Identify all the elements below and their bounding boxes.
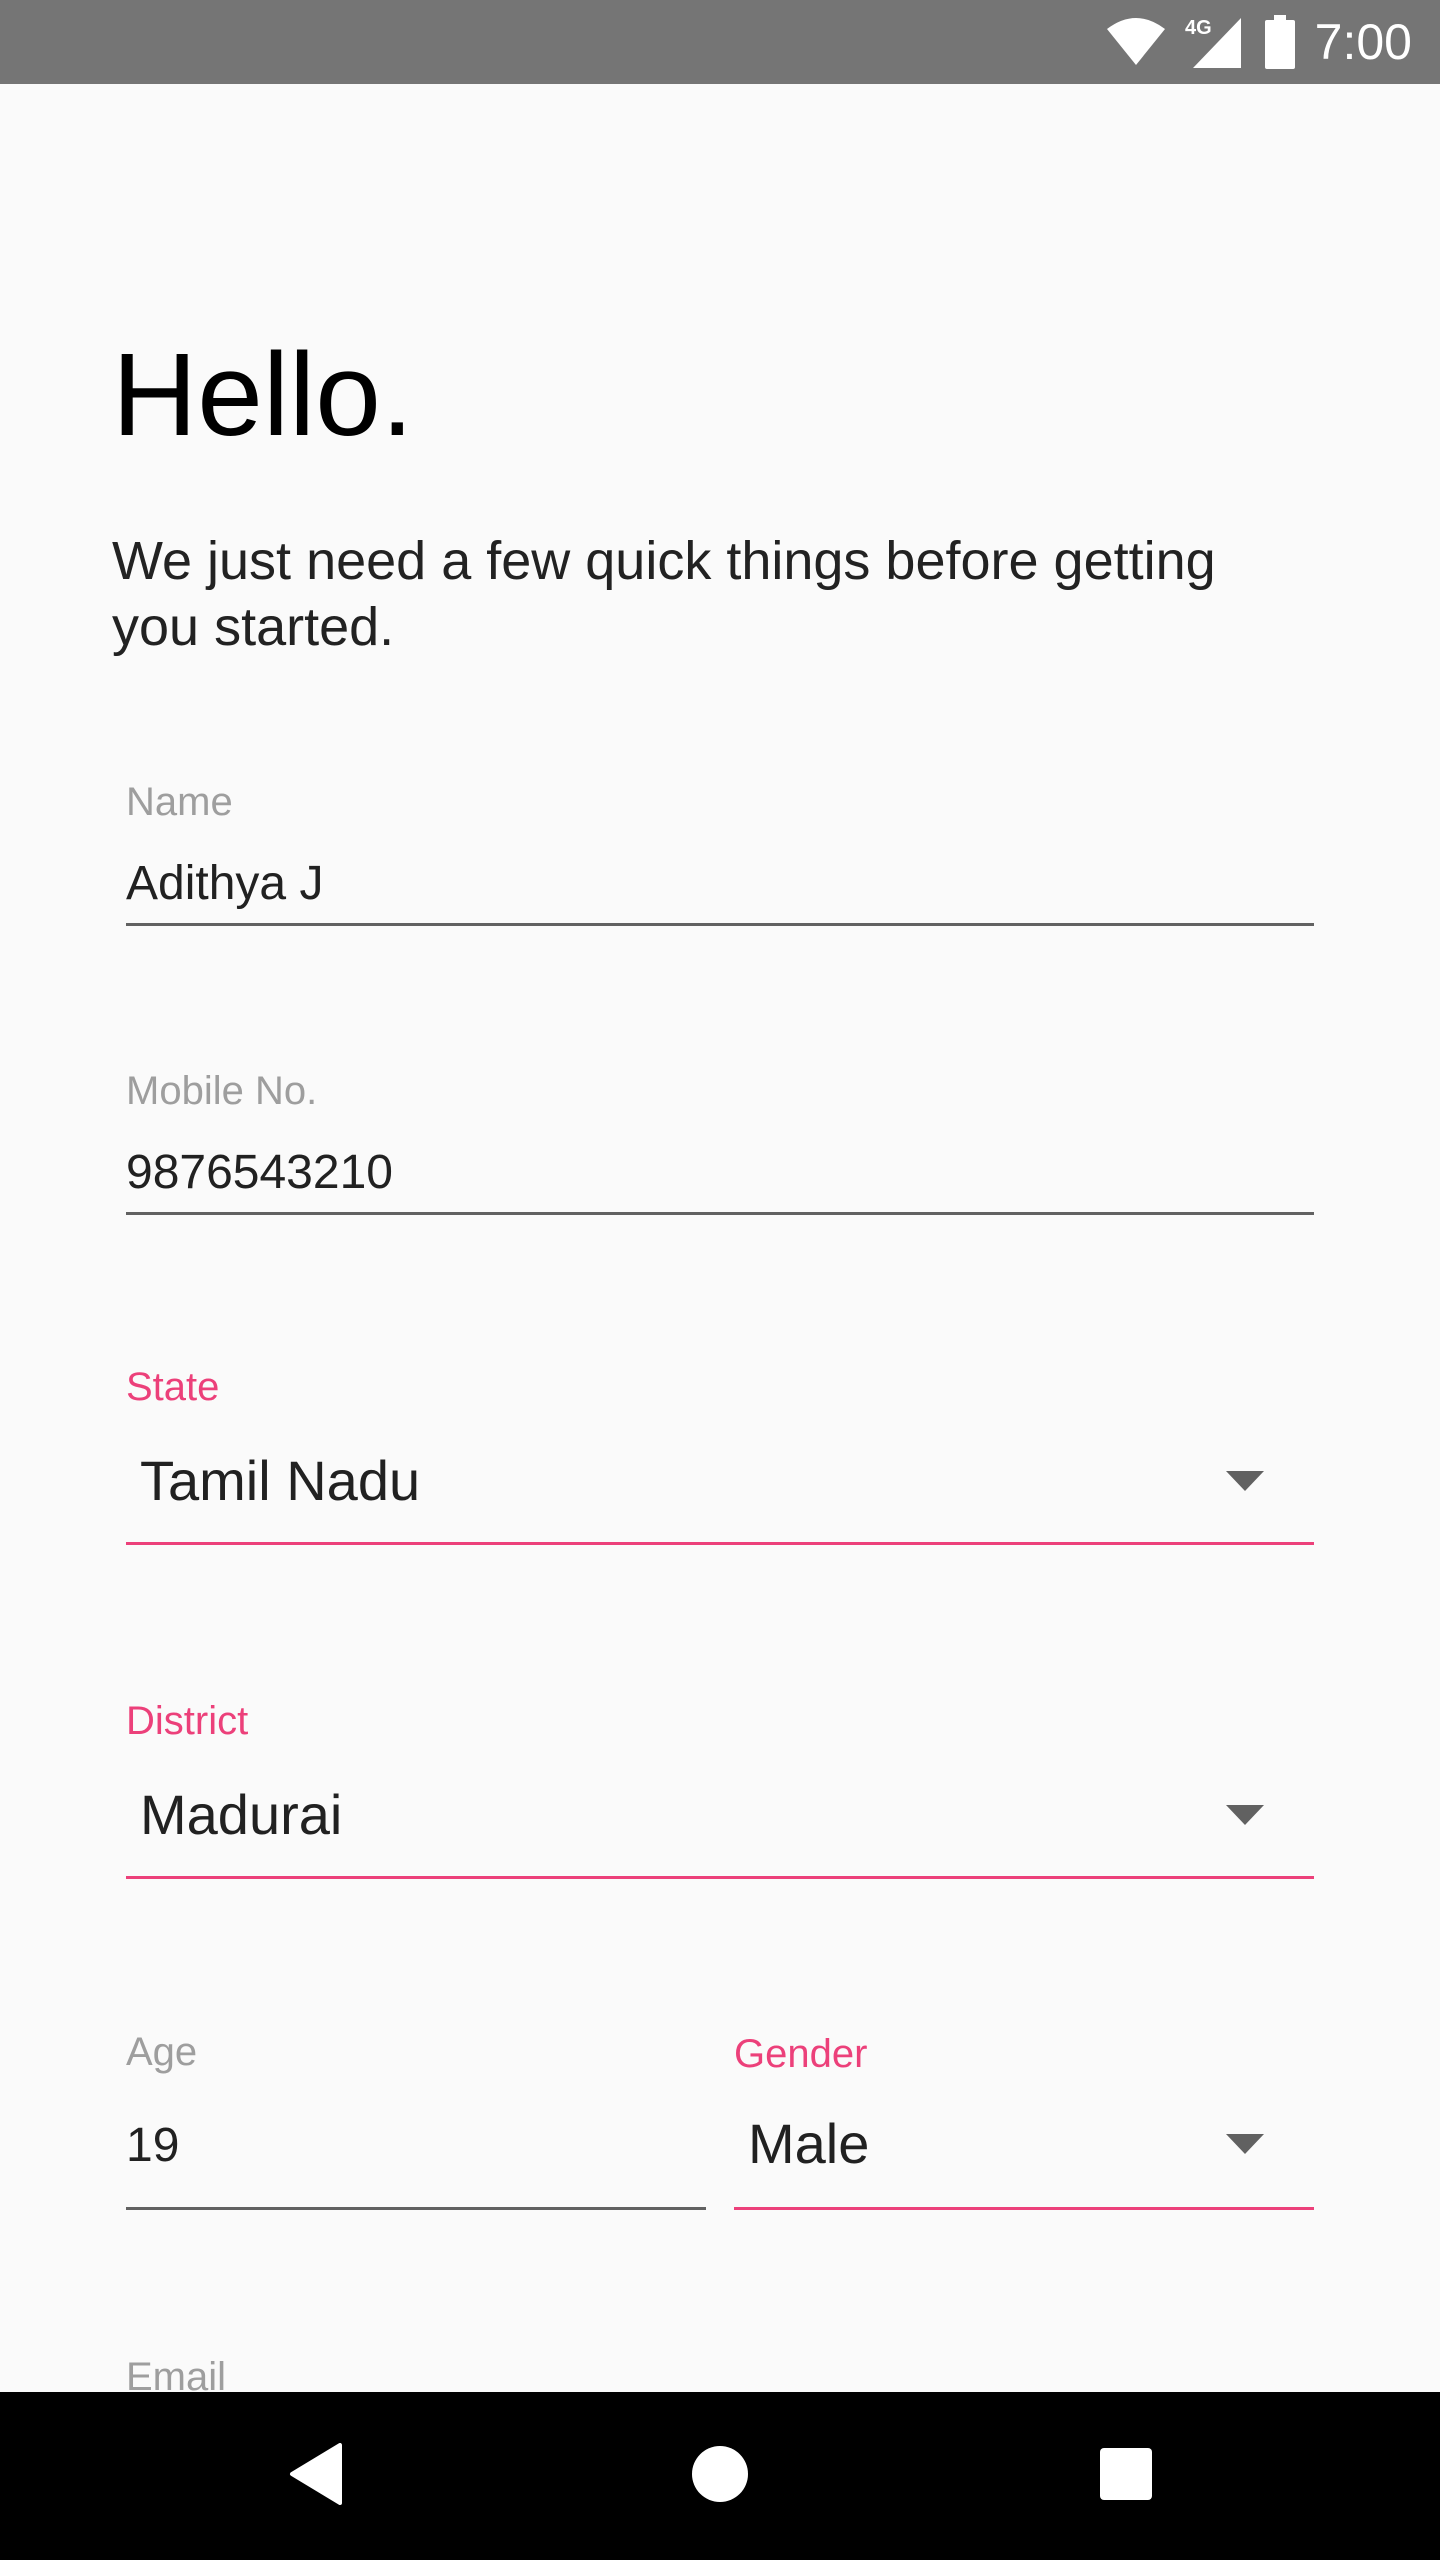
district-chevron-down-icon[interactable] xyxy=(1226,1805,1264,1825)
recents-button[interactable] xyxy=(1056,2392,1196,2560)
district-label: District xyxy=(126,1699,249,1743)
age-input[interactable]: 19 xyxy=(126,2116,179,2176)
status-bar: 4G 7:00 xyxy=(0,0,1440,84)
district-selected-value[interactable]: Madurai xyxy=(140,1780,342,1850)
state-selected-value[interactable]: Tamil Nadu xyxy=(140,1446,420,1516)
wifi-icon xyxy=(1105,17,1167,67)
home-icon xyxy=(691,2445,749,2508)
battery-icon xyxy=(1263,15,1297,69)
name-field[interactable]: Name Adithya J xyxy=(126,770,1314,930)
mobile-field[interactable]: Mobile No. 9876543210 xyxy=(126,1059,1314,1219)
district-dropdown[interactable]: District Madurai xyxy=(126,1689,1314,1881)
mobile-label: Mobile No. xyxy=(126,1069,318,1113)
home-button[interactable] xyxy=(650,2392,790,2560)
back-icon xyxy=(288,2442,344,2510)
back-button[interactable] xyxy=(246,2392,386,2560)
state-dropdown[interactable]: State Tamil Nadu xyxy=(126,1355,1314,1547)
page-subtitle: We just need a few quick things before g… xyxy=(112,531,1216,657)
age-label: Age xyxy=(126,2030,198,2074)
status-time: 7:00 xyxy=(1314,14,1412,70)
gender-selected-value[interactable]: Male xyxy=(748,2109,869,2179)
state-label: State xyxy=(126,1365,220,1409)
email-label: Email xyxy=(126,2355,227,2392)
navigation-bar xyxy=(0,2392,1440,2560)
gender-chevron-down-icon[interactable] xyxy=(1226,2134,1264,2154)
mobile-input[interactable]: 9876543210 xyxy=(126,1143,393,1203)
status-icons: 4G 7:00 xyxy=(1105,0,1412,84)
name-label: Name xyxy=(126,780,233,824)
mobile-underline xyxy=(126,1212,1314,1215)
gender-dropdown[interactable]: Gender Male xyxy=(734,2022,1314,2214)
state-chevron-down-icon[interactable] xyxy=(1226,1471,1264,1491)
page-title: Hello. xyxy=(112,329,414,461)
name-input[interactable]: Adithya J xyxy=(126,854,323,914)
network-type-label: 4G xyxy=(1185,17,1212,39)
gender-label: Gender xyxy=(734,2032,868,2076)
age-field[interactable]: Age 19 xyxy=(126,2020,706,2212)
name-underline xyxy=(126,923,1314,926)
cellular-signal-icon: 4G xyxy=(1185,14,1245,70)
recents-icon xyxy=(1099,2447,1153,2506)
email-field[interactable]: Email xyxy=(126,2345,1314,2392)
state-underline xyxy=(126,1542,1314,1545)
gender-underline xyxy=(734,2207,1314,2210)
district-underline xyxy=(126,1876,1314,1879)
age-underline xyxy=(126,2207,706,2210)
